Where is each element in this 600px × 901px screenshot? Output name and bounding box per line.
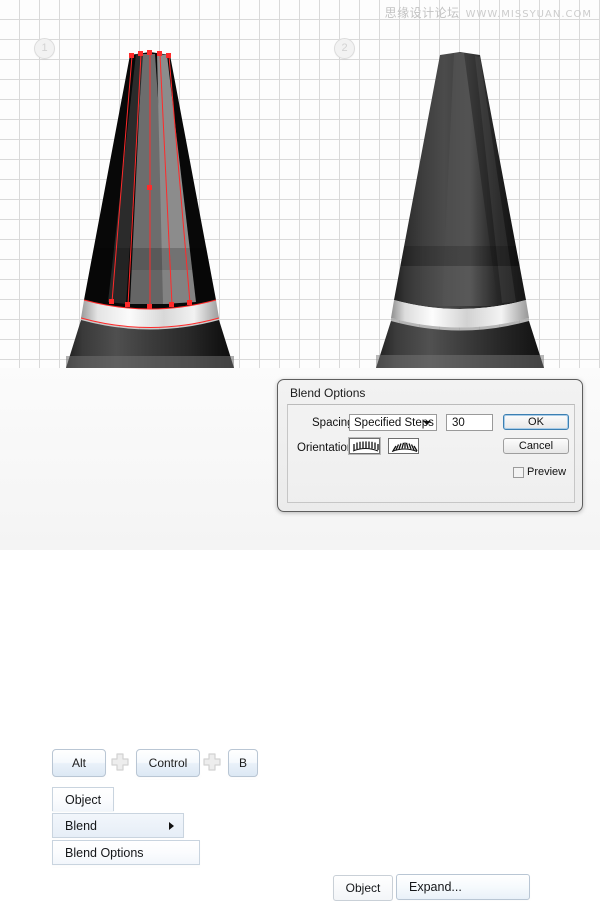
chevron-down-icon: [423, 420, 431, 425]
watermark-url: WWW.MISSYUAN.COM: [465, 9, 592, 20]
watermark-site-name: 思缘设计论坛: [384, 6, 460, 20]
watermark: 思缘设计论坛 WWW.MISSYUAN.COM: [385, 4, 592, 21]
align-to-page-icon[interactable]: [348, 437, 381, 455]
expand-button[interactable]: Expand...: [396, 874, 530, 900]
key-control[interactable]: Control: [136, 749, 200, 777]
spacing-select-value: Specified Steps: [354, 416, 434, 429]
align-to-path-icon[interactable]: [388, 438, 419, 454]
pencil-tip-with-paths[interactable]: [20, 50, 280, 368]
orientation-label: Orientation:: [297, 442, 357, 454]
preview-checkbox[interactable]: [513, 466, 524, 478]
menu-item-object[interactable]: Object: [52, 787, 114, 812]
plus-icon: [111, 753, 129, 771]
cancel-button-label: Cancel: [518, 440, 554, 452]
object-button[interactable]: Object: [333, 875, 393, 901]
key-b[interactable]: B: [228, 749, 258, 777]
menu-item-blend-options[interactable]: Blend Options: [52, 840, 200, 865]
ok-button[interactable]: OK: [503, 414, 569, 430]
dialog-title: Blend Options: [290, 386, 366, 400]
plus-icon: [203, 753, 221, 771]
spacing-select[interactable]: Specified Steps: [349, 414, 437, 431]
preview-checkbox-row[interactable]: Preview: [513, 466, 566, 478]
steps-input[interactable]: 30: [446, 414, 493, 431]
ok-button-label: OK: [528, 416, 544, 428]
menu-item-label: Blend Options: [65, 845, 144, 860]
steps-input-value: 30: [452, 416, 465, 429]
preview-label: Preview: [527, 466, 567, 478]
menu-item-label: Blend: [65, 818, 97, 833]
cancel-button[interactable]: Cancel: [503, 438, 569, 454]
screenshot-root: 思缘设计论坛 WWW.MISSYUAN.COM 1 2 Alt Control …: [0, 0, 600, 901]
object-button-label: Object: [345, 881, 381, 895]
expand-button-label: Expand...: [409, 880, 462, 894]
illustrator-canvas[interactable]: 思缘设计论坛 WWW.MISSYUAN.COM 1 2: [0, 0, 600, 368]
menu-item-label: Object: [65, 792, 102, 807]
key-alt[interactable]: Alt: [52, 749, 106, 777]
menu-item-blend[interactable]: Blend: [52, 813, 184, 838]
pencil-tip-blended[interactable]: [330, 50, 590, 368]
chevron-right-icon: [169, 821, 174, 830]
